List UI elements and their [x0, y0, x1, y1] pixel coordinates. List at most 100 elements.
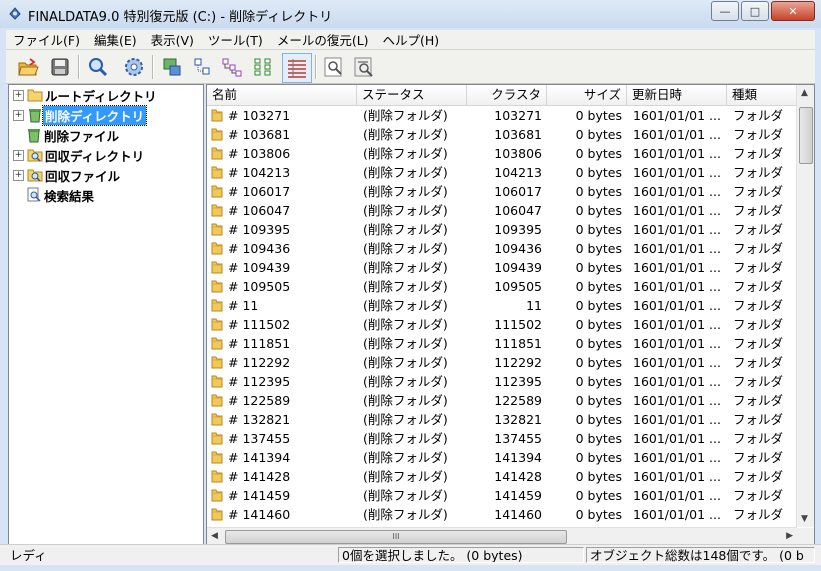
- search-folder-icon: [27, 149, 43, 162]
- list-view-icon[interactable]: [218, 53, 246, 81]
- cell-size: 0 bytes: [575, 184, 622, 199]
- scroll-left-icon[interactable]: ◀: [211, 531, 218, 541]
- expand-icon[interactable]: +: [13, 109, 24, 121]
- cell-name: # 11: [228, 298, 259, 313]
- cell-size: 0 bytes: [575, 450, 622, 465]
- cell-modified: 1601/01/01 ...: [633, 431, 721, 446]
- table-row[interactable]: # 103806 (削除フォルダ) 103806 0 bytes 1601/01/01 …: [207, 144, 797, 163]
- table-row[interactable]: # 111851 (削除フォルダ) 111851 0 bytes 1601/01/01 …: [207, 334, 797, 353]
- cell-modified: 1601/01/01 ...: [633, 336, 721, 351]
- folder-icon: [211, 166, 223, 179]
- small-icons-view-icon[interactable]: [188, 53, 216, 81]
- maximize-button[interactable]: □: [741, 1, 769, 21]
- details-view-icon[interactable]: [282, 53, 312, 83]
- horizontal-scroll-thumb[interactable]: III: [225, 530, 567, 544]
- menu-view[interactable]: 表示(V): [144, 30, 201, 49]
- scroll-right-icon[interactable]: ▶: [786, 531, 793, 541]
- table-row[interactable]: # 111502 (削除フォルダ) 111502 0 bytes 1601/01/01 …: [207, 315, 797, 334]
- cell-size: 0 bytes: [575, 336, 622, 351]
- tree-item-recovered-directory[interactable]: + 回収ディレクトリ: [13, 146, 146, 164]
- column-header-name[interactable]: 名前: [207, 85, 357, 105]
- table-row[interactable]: # 112292 (削除フォルダ) 112292 0 bytes 1601/01/01 …: [207, 353, 797, 372]
- minimize-button[interactable]: —: [711, 1, 739, 21]
- cell-type: フォルダ: [733, 146, 784, 161]
- find-next-icon[interactable]: [350, 53, 378, 81]
- tree-item-root-directory[interactable]: + ルートディレクトリ: [13, 86, 159, 104]
- cell-type: フォルダ: [733, 279, 784, 294]
- cell-modified: 1601/01/01 ...: [633, 488, 721, 503]
- close-button[interactable]: ✕: [771, 1, 815, 21]
- tree-item-deleted-directory[interactable]: + 削除ディレクトリ: [13, 104, 148, 126]
- table-row[interactable]: # 104213 (削除フォルダ) 104213 0 bytes 1601/01/01 …: [207, 163, 797, 182]
- cell-name: # 103681: [228, 127, 291, 142]
- settings-gear-icon[interactable]: [120, 53, 148, 81]
- cell-type: フォルダ: [733, 374, 784, 389]
- table-row[interactable]: # 103681 (削除フォルダ) 103681 0 bytes 1601/01/01 …: [207, 125, 797, 144]
- cell-status: (削除フォルダ): [363, 412, 448, 427]
- vertical-scrollbar[interactable]: ▲ ▼: [796, 85, 814, 527]
- cell-type: フォルダ: [733, 298, 784, 313]
- table-row[interactable]: # 11 (削除フォルダ) 11 0 bytes 1601/01/01 ... フォルダ: [207, 296, 797, 315]
- save-disk-icon[interactable]: [46, 53, 74, 81]
- menu-tools[interactable]: ツール(T): [201, 30, 270, 49]
- column-header-type[interactable]: 種類: [727, 85, 797, 105]
- table-row[interactable]: # 141428 (削除フォルダ) 141428 0 bytes 1601/01/01 …: [207, 467, 797, 486]
- cell-type: フォルダ: [733, 203, 784, 218]
- table-row[interactable]: # 106017 (削除フォルダ) 106017 0 bytes 1601/01/01 …: [207, 182, 797, 201]
- cell-name: # 112292: [228, 355, 291, 370]
- cell-cluster: 141428: [494, 469, 542, 484]
- expand-icon[interactable]: +: [13, 149, 24, 161]
- table-row[interactable]: # 109395 (削除フォルダ) 109395 0 bytes 1601/01/01 …: [207, 220, 797, 239]
- cell-type: フォルダ: [733, 431, 784, 446]
- column-header-cluster[interactable]: クラスタ: [467, 85, 547, 105]
- cell-status: (削除フォルダ): [363, 241, 448, 256]
- table-row[interactable]: # 122589 (削除フォルダ) 122589 0 bytes 1601/01/01 …: [207, 391, 797, 410]
- tree-item-deleted-files[interactable]: 削除ファイル: [26, 126, 121, 144]
- expand-icon[interactable]: +: [13, 89, 24, 101]
- menu-help[interactable]: ヘルプ(H): [376, 30, 447, 49]
- table-row[interactable]: # 137455 (削除フォルダ) 137455 0 bytes 1601/01/01 …: [207, 429, 797, 448]
- cell-name: # 103271: [228, 108, 291, 123]
- vertical-scroll-thumb[interactable]: [799, 107, 813, 164]
- table-row[interactable]: # 109505 (削除フォルダ) 109505 0 bytes 1601/01/01 …: [207, 277, 797, 296]
- table-row[interactable]: # 141459 (削除フォルダ) 141459 0 bytes 1601/01/01 …: [207, 486, 797, 505]
- cell-modified: 1601/01/01 ...: [633, 222, 721, 237]
- table-row[interactable]: # 132821 (削除フォルダ) 132821 0 bytes 1601/01/01 …: [207, 410, 797, 429]
- cell-cluster: 122589: [494, 393, 542, 408]
- folder-icon: [211, 280, 223, 293]
- title-bar[interactable]: FINALDATA9.0 特別復元版 (C:) - 削除ディレクトリ — □ ✕: [0, 0, 821, 28]
- image-view-icon[interactable]: [158, 53, 186, 81]
- menu-mail-restore[interactable]: メールの復元(L): [270, 30, 376, 49]
- cell-size: 0 bytes: [575, 317, 622, 332]
- cell-size: 0 bytes: [575, 260, 622, 275]
- horizontal-scrollbar[interactable]: ◀ III ▶: [207, 527, 797, 545]
- column-header-modified[interactable]: 更新日時: [627, 85, 727, 105]
- find-icon[interactable]: [320, 53, 348, 81]
- status-object-count: オブジェクト総数は148個です。 (0 b: [586, 547, 815, 563]
- table-row[interactable]: # 141460 (削除フォルダ) 141460 0 bytes 1601/01/01 …: [207, 505, 797, 524]
- column-header-status[interactable]: ステータス: [357, 85, 467, 105]
- tree-item-recovered-files[interactable]: + 回収ファイル: [13, 166, 122, 184]
- cell-name: # 112395: [228, 374, 291, 389]
- table-row[interactable]: # 112395 (削除フォルダ) 112395 0 bytes 1601/01/01 …: [207, 372, 797, 391]
- cell-type: フォルダ: [733, 355, 784, 370]
- cell-modified: 1601/01/01 ...: [633, 450, 721, 465]
- search-icon[interactable]: [84, 53, 112, 81]
- cell-name: # 141460: [228, 507, 291, 522]
- scroll-down-icon[interactable]: ▼: [801, 514, 808, 524]
- table-row[interactable]: # 109439 (削除フォルダ) 109439 0 bytes 1601/01/01 …: [207, 258, 797, 277]
- menu-edit[interactable]: 編集(E): [87, 30, 144, 49]
- table-row[interactable]: # 106047 (削除フォルダ) 106047 0 bytes 1601/01/01 …: [207, 201, 797, 220]
- scroll-up-icon[interactable]: ▲: [801, 88, 808, 98]
- table-row[interactable]: # 141394 (削除フォルダ) 141394 0 bytes 1601/01/01 …: [207, 448, 797, 467]
- table-row[interactable]: # 103271 (削除フォルダ) 103271 0 bytes 1601/01/01 …: [207, 106, 797, 125]
- menu-file[interactable]: ファイル(F): [6, 30, 87, 49]
- expand-icon[interactable]: +: [13, 169, 24, 181]
- column-header-size[interactable]: サイズ: [547, 85, 627, 105]
- tree-view-icon[interactable]: [250, 53, 278, 81]
- open-folder-icon[interactable]: [14, 53, 42, 81]
- folder-icon: [211, 375, 223, 388]
- recycle-bin-icon: [29, 109, 41, 123]
- tree-item-search-results[interactable]: 検索結果: [26, 186, 96, 204]
- table-row[interactable]: # 109436 (削除フォルダ) 109436 0 bytes 1601/01/01 …: [207, 239, 797, 258]
